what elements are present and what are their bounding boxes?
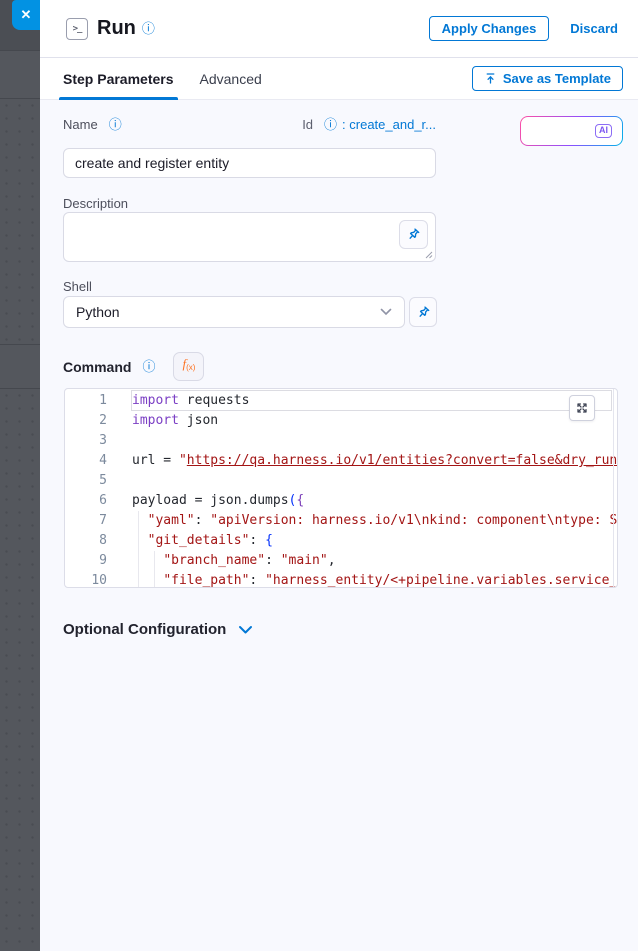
code-line[interactable]: 8 "git_details": { [65,531,617,551]
code-line[interactable]: 6 payload = json.dumps({ [65,491,617,511]
line-number: 7 [65,511,107,531]
line-number: 5 [65,471,107,491]
shell-label: Shell [63,279,92,294]
description-label: Description [63,196,128,211]
divider [0,98,40,99]
code-line[interactable]: 9 "branch_name": "main", [65,551,617,571]
line-number: 1 [65,391,107,411]
line-content: url = "https://qa.harness.io/v1/entities… [132,451,617,471]
code-line[interactable]: 5 [65,471,617,491]
divider [0,388,40,389]
code-line[interactable]: 4 url = "https://qa.harness.io/v1/entitie… [65,451,617,471]
command-info-icon[interactable]: ⓘ [142,360,155,373]
canvas-dot-grid [0,389,40,951]
code-lines: 1 import requests 2 import json 34 url = "htt… [65,391,617,588]
pin-icon [406,227,421,242]
name-info-icon[interactable]: ⓘ [109,118,122,131]
save-as-template-button[interactable]: Save as Template [472,66,623,91]
line-content: "file_path": "harness_entity/<+pipeline.… [132,571,617,588]
tab-step-parameters[interactable]: Step Parameters [63,58,174,100]
apply-changes-button[interactable]: Apply Changes [429,16,550,41]
id-label: Id [302,117,313,132]
command-code-editor[interactable]: 1 import requests 2 import json 34 url = "htt… [64,388,618,588]
step-info-icon[interactable]: ⓘ [142,22,155,35]
code-line[interactable]: 3 [65,431,617,451]
screen: ✕ >_ Run ⓘ Apply Changes Discard Step Pa… [0,0,638,951]
optional-configuration-toggle[interactable]: Optional Configuration [63,621,253,638]
step-id: Id ⓘ : create_and_r... [302,117,436,132]
command-label: Command [63,359,131,375]
line-number: 9 [65,551,107,571]
discard-button[interactable]: Discard [570,21,618,36]
page-title: Run [97,17,136,40]
name-input[interactable] [63,148,436,178]
ai-badge: AI [595,124,612,138]
enhance-ai-button[interactable]: Enhance AI [520,116,623,146]
editor-scrollbar[interactable] [613,389,614,587]
optional-configuration-label: Optional Configuration [63,621,226,638]
line-number: 3 [65,431,107,451]
code-line[interactable]: 7 "yaml": "apiVersion: harness.io/v1\nki… [65,511,617,531]
run-step-terminal-icon: >_ [66,18,88,40]
shell-pin-button[interactable] [409,297,437,327]
pin-icon [416,305,431,320]
background-canvas [0,0,40,951]
line-number: 2 [65,411,107,431]
save-template-upload-icon [484,72,497,85]
id-info-icon[interactable]: ⓘ [324,118,337,131]
drawer-close-button[interactable]: ✕ [12,0,40,30]
line-number: 4 [65,451,107,471]
description-pin-button[interactable] [399,220,428,249]
canvas-dot-grid [0,99,40,344]
line-content: import requests [132,391,249,411]
tab-advanced[interactable]: Advanced [200,58,262,100]
shell-select[interactable]: Python [63,296,405,328]
close-icon: ✕ [21,7,32,23]
line-number: 8 [65,531,107,551]
line-content: payload = json.dumps({ [132,491,304,511]
line-content: "git_details": { [132,531,273,551]
chevron-down-icon [380,308,392,316]
line-content: "branch_name": "main", [132,551,336,571]
step-config-drawer: >_ Run ⓘ Apply Changes Discard Step Para… [40,0,638,951]
resize-handle[interactable] [425,251,433,259]
expand-icon [575,401,589,415]
code-line[interactable]: 2 import json [65,411,617,431]
name-label: Name [63,117,98,132]
tab-bar: Step Parameters Advanced Save as Templat… [40,58,638,100]
drawer-header: >_ Run ⓘ Apply Changes Discard [40,0,638,58]
chevron-down-icon [238,625,253,635]
code-line[interactable]: 1 import requests [65,391,617,411]
divider [0,344,40,345]
editor-expand-button[interactable] [569,395,595,421]
line-content: import json [132,411,218,431]
divider [0,50,40,51]
line-number: 6 [65,491,107,511]
line-number: 10 [65,571,107,588]
description-textarea[interactable] [63,212,436,262]
expression-fx-button[interactable]: f(x) [173,352,204,381]
shell-selected-value: Python [76,304,120,320]
step-parameters-panel: Name ⓘ Id ⓘ : create_and_r... Enhance AI… [40,100,638,951]
code-line[interactable]: 10 "file_path": "harness_entity/<+pipeli… [65,571,617,588]
line-content: "yaml": "apiVersion: harness.io/v1\nkind… [132,511,617,531]
id-value[interactable]: : create_and_r... [342,117,436,132]
